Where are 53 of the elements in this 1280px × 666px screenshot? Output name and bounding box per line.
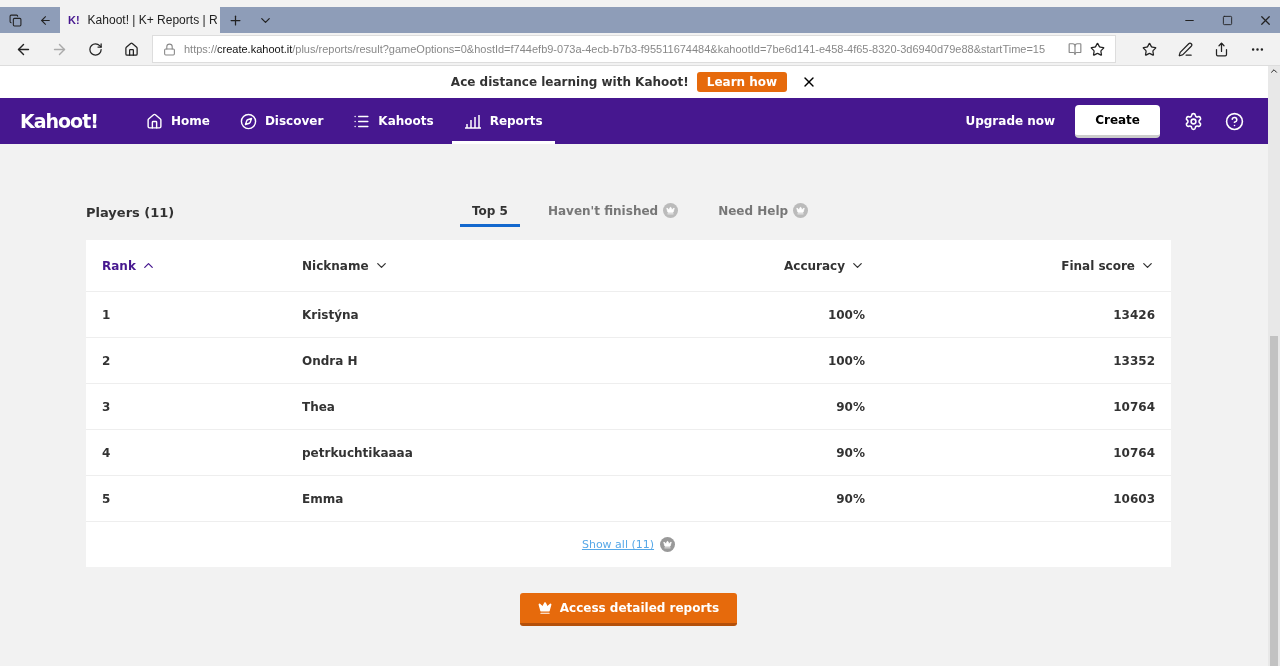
table-cell: petrkuchtikaaaa xyxy=(302,445,413,460)
upgrade-link[interactable]: Upgrade now xyxy=(965,114,1056,128)
table-cell: 13352 xyxy=(1113,353,1155,368)
table-cell: 1 xyxy=(102,307,111,322)
table-cell: Kristýna xyxy=(302,307,359,322)
table-cell: 2 xyxy=(102,353,111,368)
table-cell: 10764 xyxy=(1113,445,1155,460)
create-button[interactable]: Create xyxy=(1075,104,1160,138)
table-cell: 100% xyxy=(827,307,865,322)
table-cell: Ondra H xyxy=(302,353,358,368)
table-cell: 13426 xyxy=(1113,307,1155,322)
table-cell: 10764 xyxy=(1113,399,1155,414)
browser-tab[interactable]: K! Kahoot! | K+ Reports | R xyxy=(60,7,220,33)
crown-icon xyxy=(537,601,552,615)
column-header[interactable]: Accuracy xyxy=(784,258,865,273)
nav-link[interactable]: Kahoots xyxy=(341,98,446,144)
compass-icon xyxy=(239,112,257,130)
bar-chart-icon xyxy=(463,112,482,130)
lock-icon xyxy=(163,42,176,56)
logo[interactable]: Kahoot! xyxy=(20,110,98,132)
home-icon xyxy=(145,112,163,130)
banner-text: Ace distance learning with Kahoot! xyxy=(450,75,689,89)
table-cell: 90% xyxy=(836,399,865,414)
scroll-up-icon[interactable] xyxy=(1269,66,1279,76)
tab-title: Kahoot! | K+ Reports | R xyxy=(87,13,218,27)
table-cell: 5 xyxy=(102,491,111,506)
crown-icon xyxy=(793,203,809,218)
address-field[interactable]: https://create.kahoot.it/plus/reports/result?gameOptions=0&hostId=f744efb9-073a-4ecb-b7b3-f95511674484&kahootId=7be6d141-e458-4f65-8320-3d6940d79e88&startTime=15 xyxy=(152,35,1116,63)
table-cell: 3 xyxy=(102,399,111,414)
nav-link[interactable]: Discover xyxy=(227,98,336,144)
report-tab[interactable]: Haven't finished xyxy=(535,197,691,227)
nav-link[interactable]: Reports xyxy=(451,98,555,144)
column-header[interactable]: Final score xyxy=(1061,258,1155,273)
crown-icon xyxy=(660,537,676,552)
table-cell: 4 xyxy=(102,445,111,460)
players-heading: Players (11) xyxy=(86,204,176,220)
table-cell: Emma xyxy=(302,491,344,506)
reading-view-icon[interactable] xyxy=(1068,42,1082,56)
table-cell: 10603 xyxy=(1113,491,1155,506)
column-header[interactable]: Nickname xyxy=(302,258,389,273)
report-tab[interactable]: Top 5 xyxy=(460,197,520,227)
table-cell: 100% xyxy=(827,353,865,368)
table-cell: 90% xyxy=(836,445,865,460)
favicon-icon: K! xyxy=(68,14,80,26)
column-header[interactable]: Rank xyxy=(102,258,156,273)
report-tab[interactable]: Need Help xyxy=(706,197,821,227)
nav-link[interactable]: Home xyxy=(133,98,222,144)
scrollbar-thumb[interactable] xyxy=(1270,336,1278,666)
crown-icon xyxy=(663,203,679,218)
table-cell: Thea xyxy=(302,399,335,414)
star-icon[interactable] xyxy=(1090,41,1105,57)
table-cell: 90% xyxy=(836,491,865,506)
scrollbar[interactable] xyxy=(1268,66,1280,666)
